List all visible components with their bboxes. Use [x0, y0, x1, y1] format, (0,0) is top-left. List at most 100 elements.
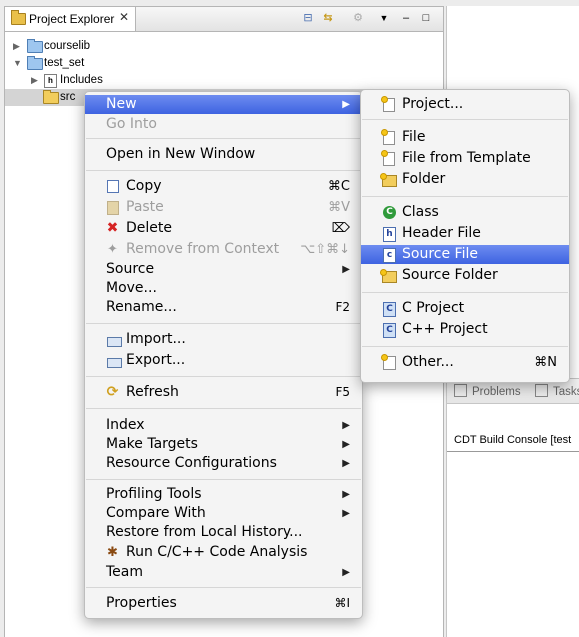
- menu-item-label: Index: [106, 417, 145, 433]
- menu-separator: [362, 346, 568, 347]
- tab-project-explorer[interactable]: Project Explorer ✕: [5, 7, 136, 31]
- menu-item-label: Export...: [126, 352, 186, 368]
- menu-item-restore-from-local-history[interactable]: Restore from Local History...: [85, 523, 362, 542]
- menu-item-new-c-project[interactable]: C C Project: [361, 299, 569, 318]
- menu-item-label: File from Template: [402, 150, 531, 166]
- menu-item-new-folder[interactable]: Folder: [361, 170, 569, 189]
- menu-separator: [86, 479, 361, 480]
- menu-separator: [86, 376, 361, 377]
- tab-problems[interactable]: Problems: [454, 384, 521, 398]
- shortcut-label: F2: [335, 300, 350, 314]
- tasks-icon: [535, 384, 548, 397]
- menu-item-compare-with[interactable]: Compare With ▶: [85, 504, 362, 523]
- menu-item-label: New: [106, 96, 137, 112]
- menu-item-properties[interactable]: Properties ⌘I: [85, 594, 362, 613]
- menu-item-go-into[interactable]: Go Into: [85, 115, 362, 134]
- menu-item-label: Move...: [106, 280, 157, 296]
- delete-icon: ✖: [106, 220, 119, 236]
- menu-item-label: Source Folder: [402, 267, 498, 283]
- tab-tasks[interactable]: Tasks: [535, 384, 579, 398]
- tree-item-label: src: [60, 91, 76, 103]
- tab-label: Tasks: [553, 386, 579, 398]
- tree-item-includes[interactable]: ▶ h Includes: [5, 72, 441, 89]
- project-explorer-icon: [11, 10, 26, 25]
- expand-icon[interactable]: ▶: [13, 38, 23, 55]
- menu-item-refresh[interactable]: ⟳ Refresh F5: [85, 383, 362, 402]
- shortcut-label: ⌘C: [327, 179, 350, 194]
- menu-item-delete[interactable]: ✖ Delete ⌦: [85, 219, 362, 238]
- menu-item-new-header-file[interactable]: h Header File: [361, 224, 569, 243]
- menu-item-remove-from-context[interactable]: ✦ Remove from Context ⌥⇧⌘↓: [85, 240, 362, 259]
- project-folder-icon: [27, 56, 43, 70]
- menu-item-copy[interactable]: Copy ⌘C: [85, 177, 362, 196]
- source-file-icon: c: [383, 248, 396, 263]
- menu-item-label: Import...: [126, 331, 186, 347]
- close-icon[interactable]: ✕: [119, 10, 129, 24]
- file-icon: [381, 129, 395, 145]
- customize-view-icon[interactable]: ⚙: [351, 11, 365, 25]
- submenu-arrow-icon: ▶: [342, 264, 350, 275]
- file-template-icon: [381, 150, 395, 166]
- view-menu-icon[interactable]: ▼: [377, 11, 391, 25]
- collapse-all-icon[interactable]: ⊟: [301, 11, 315, 25]
- menu-item-profiling-tools[interactable]: Profiling Tools ▶: [85, 485, 362, 504]
- menu-item-run-code-analysis[interactable]: ✱ Run C/C++ Code Analysis: [85, 543, 362, 562]
- menu-item-label: Resource Configurations: [106, 455, 277, 471]
- menu-separator: [362, 292, 568, 293]
- menu-item-label: Make Targets: [106, 436, 198, 452]
- menu-item-new[interactable]: New ▶: [85, 95, 362, 114]
- menu-item-make-targets[interactable]: Make Targets ▶: [85, 435, 362, 454]
- submenu-arrow-icon: ▶: [342, 420, 350, 431]
- menu-item-import[interactable]: Import...: [85, 330, 362, 349]
- menu-item-new-source-file[interactable]: c Source File: [361, 245, 569, 264]
- source-folder-icon: [43, 90, 59, 104]
- menu-item-new-other[interactable]: Other... ⌘N: [361, 353, 569, 372]
- menu-item-paste[interactable]: Paste ⌘V: [85, 198, 362, 217]
- menu-item-label: Restore from Local History...: [106, 524, 303, 540]
- menu-item-team[interactable]: Team ▶: [85, 563, 362, 582]
- menu-item-rename[interactable]: Rename... F2: [85, 298, 362, 317]
- includes-icon: h: [44, 74, 57, 88]
- menu-item-open-in-new-window[interactable]: Open in New Window: [85, 145, 362, 164]
- link-with-editor-icon[interactable]: ⇆: [321, 11, 335, 25]
- menu-item-index[interactable]: Index ▶: [85, 416, 362, 435]
- tree-item-label: courselib: [44, 40, 91, 52]
- menu-item-label: Go Into: [106, 116, 157, 132]
- tree-item-test-set[interactable]: ▼ test_set: [5, 55, 441, 72]
- menu-item-new-cpp-project[interactable]: C C++ Project: [361, 320, 569, 339]
- menu-item-label: Run C/C++ Code Analysis: [126, 544, 308, 560]
- menu-item-new-project[interactable]: Project...: [361, 95, 569, 114]
- menu-item-new-file[interactable]: File: [361, 128, 569, 147]
- menu-item-label: Other...: [402, 354, 454, 370]
- header-file-icon: h: [383, 227, 396, 242]
- menu-separator: [86, 170, 361, 171]
- submenu-arrow-icon: ▶: [342, 99, 350, 110]
- menu-item-new-class[interactable]: C Class: [361, 203, 569, 222]
- shortcut-label: ⌘N: [534, 355, 557, 370]
- tree-item-courselib[interactable]: ▶ courselib: [5, 38, 441, 55]
- menu-item-resource-configurations[interactable]: Resource Configurations ▶: [85, 454, 362, 473]
- menu-item-move[interactable]: Move...: [85, 279, 362, 298]
- menu-item-label: Class: [402, 204, 439, 220]
- menu-item-new-source-folder[interactable]: Source Folder: [361, 266, 569, 285]
- new-project-icon: [381, 96, 395, 112]
- problems-icon: [454, 384, 467, 397]
- menu-item-label: Open in New Window: [106, 146, 256, 162]
- menu-item-label: Copy: [126, 178, 162, 194]
- paste-icon: [107, 201, 119, 215]
- copy-icon: [107, 180, 119, 193]
- menu-item-label: Rename...: [106, 299, 177, 315]
- collapse-icon[interactable]: ▼: [13, 55, 23, 72]
- other-wizard-icon: [381, 354, 396, 370]
- menu-item-label: Properties: [106, 595, 177, 611]
- menu-separator: [86, 138, 361, 139]
- expand-icon[interactable]: ▶: [31, 72, 41, 89]
- minimize-icon[interactable]: –: [399, 11, 413, 25]
- menu-item-export[interactable]: Export...: [85, 351, 362, 370]
- shortcut-label: F5: [335, 385, 350, 399]
- new-submenu: Project... File File from Template Folde…: [360, 89, 570, 383]
- menu-item-new-file-from-template[interactable]: File from Template: [361, 149, 569, 168]
- maximize-icon[interactable]: □: [419, 11, 433, 25]
- source-folder-icon: [380, 269, 397, 283]
- menu-item-source[interactable]: Source ▶: [85, 260, 362, 279]
